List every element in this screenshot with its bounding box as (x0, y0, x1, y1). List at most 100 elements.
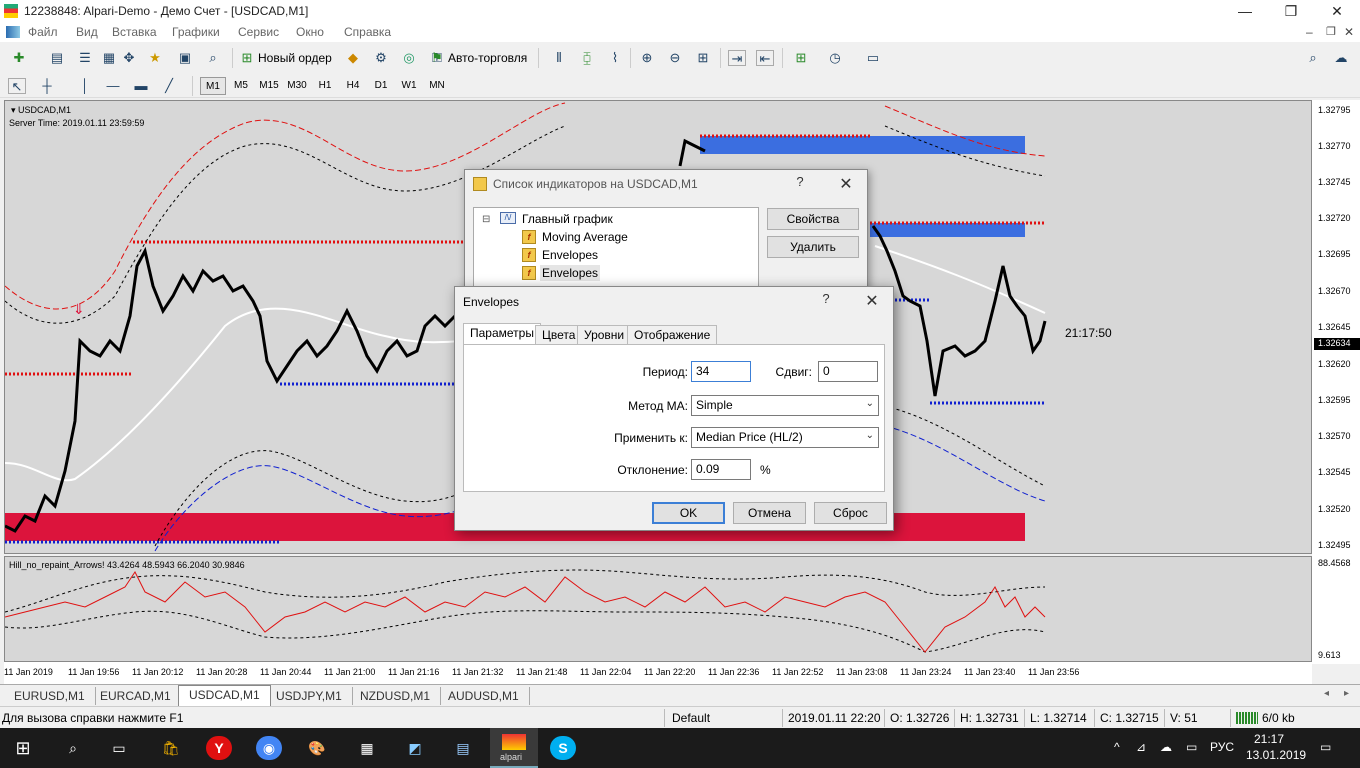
tree-collapse-icon[interactable]: ⊟ (482, 214, 490, 225)
terminal-icon[interactable]: ★ (146, 50, 164, 66)
timeframe-m5[interactable]: M5 (228, 77, 254, 95)
tester-icon[interactable]: ▣ (176, 50, 194, 66)
tab-audusd[interactable]: AUDUSD,M1 (438, 687, 530, 705)
indicator-list-close-button[interactable]: ✕ (833, 174, 859, 194)
tab-eurusd[interactable]: EURUSD,M1 (4, 687, 96, 705)
deviation-input[interactable]: 0.09 (691, 459, 751, 480)
indicator-list-help-button[interactable]: ? (787, 174, 813, 194)
minimize-button[interactable]: — (1222, 0, 1268, 22)
candlestick-icon[interactable]: ⧮ (578, 50, 596, 66)
new-chart-icon[interactable]: ✚ (10, 50, 28, 66)
mdi-restore-button[interactable]: ❐ (1326, 25, 1336, 38)
yandex-browser-icon[interactable]: Y (206, 736, 232, 760)
signals-icon[interactable]: ◎ (400, 50, 418, 66)
mdi-close-button[interactable]: ✕ (1344, 25, 1354, 39)
market-watch-icon[interactable]: ☰ (76, 50, 94, 66)
display-icon[interactable]: ▭ (1186, 740, 1197, 754)
timeframe-m15[interactable]: M15 (256, 77, 282, 95)
timeframe-w1[interactable]: W1 (396, 77, 422, 95)
calculator-icon[interactable]: ▦ (354, 736, 380, 760)
timeframe-h1[interactable]: H1 (312, 77, 338, 95)
tree-item-envelopes[interactable]: Envelopes (542, 248, 598, 262)
timeframe-h4[interactable]: H4 (340, 77, 366, 95)
windows-start-icon[interactable]: ⊞ (10, 736, 36, 760)
tab-usdcad[interactable]: USDCAD,M1 (178, 685, 271, 706)
bar-chart-icon[interactable]: ⫴ (550, 50, 568, 66)
taskbar-time[interactable]: 21:17 (1254, 732, 1284, 746)
templates-icon[interactable]: ▭ (864, 50, 882, 66)
profiles-icon[interactable]: ▤ (48, 50, 66, 66)
period-input[interactable]: 34 (691, 361, 751, 382)
new-order-icon[interactable]: ⊞ (238, 50, 256, 66)
periods-icon[interactable]: ◷ (826, 50, 844, 66)
auto-trading-button[interactable]: Авто-торговля (448, 51, 527, 65)
tile-windows-icon[interactable]: ⊞ (694, 50, 712, 66)
network-app-icon[interactable]: ▤ (450, 736, 476, 760)
reset-button[interactable]: Сброс (814, 502, 887, 524)
crosshair-icon[interactable]: ┼ (38, 78, 56, 94)
line-chart-icon[interactable]: ⌇ (606, 50, 624, 66)
store-icon[interactable]: 🛍 (158, 736, 184, 760)
chat-icon[interactable]: ☁ (1332, 50, 1350, 66)
menu-insert[interactable]: Вставка (112, 25, 157, 39)
cloud-icon[interactable]: ☁ (1160, 740, 1172, 754)
menu-charts[interactable]: Графики (172, 25, 220, 39)
menu-file[interactable]: Файл (28, 25, 58, 39)
indicator-subwindow[interactable]: Hill_no_repaint_Arrows! 43.4264 48.5943 … (4, 556, 1312, 662)
tree-item-envelopes-selected[interactable]: Envelopes (540, 265, 601, 281)
tab-parameters[interactable]: Параметры (463, 323, 541, 345)
menu-view[interactable]: Вид (76, 25, 98, 39)
task-view-icon[interactable]: ▭ (106, 736, 132, 760)
indicator-tree[interactable]: ⊟ /\/ Главный график f Moving Average f … (473, 207, 759, 293)
apply-to-select[interactable]: Median Price (HL/2) ⌄ (691, 427, 879, 448)
zoom-in-icon[interactable]: ⊕ (638, 50, 656, 66)
menu-tools[interactable]: Сервис (238, 25, 279, 39)
cursor-icon[interactable]: ↖ (8, 78, 26, 94)
tab-usdjpy[interactable]: USDJPY,M1 (266, 687, 353, 705)
autoscroll-icon[interactable]: ⇥ (728, 50, 746, 66)
tab-display[interactable]: Отображение (627, 325, 718, 345)
timeframe-m1[interactable]: M1 (200, 77, 226, 95)
timeframe-d1[interactable]: D1 (368, 77, 394, 95)
menu-help[interactable]: Справка (344, 25, 391, 39)
vertical-line-icon[interactable]: │ (76, 78, 94, 94)
skype-icon[interactable]: S (550, 736, 576, 760)
tab-colors[interactable]: Цвета (535, 325, 583, 345)
taskbar-date[interactable]: 13.01.2019 (1246, 748, 1306, 762)
indicators-icon[interactable]: ⊞ (792, 50, 810, 66)
properties-button[interactable]: Свойства (767, 208, 859, 230)
tab-eurcad[interactable]: EURCAD,M1 (90, 687, 182, 705)
ok-button[interactable]: OK (652, 502, 725, 524)
cancel-button[interactable]: Отмена (733, 502, 806, 524)
tray-chevron-icon[interactable]: ^ (1114, 740, 1120, 754)
tab-nzdusd[interactable]: NZDUSD,M1 (350, 687, 442, 705)
rectangle-icon[interactable]: ▬ (132, 78, 150, 94)
shift-input[interactable]: 0 (818, 361, 878, 382)
search-chart-icon[interactable]: ⌕ (204, 50, 222, 66)
paint-icon[interactable]: 🎨 (304, 736, 330, 760)
chart-shift-icon[interactable]: ⇤ (756, 50, 774, 66)
tabs-scroll-right-icon[interactable]: ▸ (1344, 688, 1349, 699)
search-taskbar-icon[interactable]: ⌕ (60, 736, 86, 760)
navigator-icon[interactable]: ✥ (120, 50, 138, 66)
notifications-icon[interactable]: ▭ (1320, 740, 1331, 754)
alpari-task-button[interactable]: alpari (490, 728, 538, 768)
horizontal-line-icon[interactable]: — (104, 78, 122, 94)
menu-window[interactable]: Окно (296, 25, 324, 39)
search-icon[interactable]: ⌕ (1304, 50, 1322, 66)
language-indicator[interactable]: РУС (1210, 740, 1234, 754)
tree-root[interactable]: Главный график (522, 212, 613, 226)
chrome-icon[interactable]: ◉ (256, 736, 282, 760)
ma-method-select[interactable]: Simple ⌄ (691, 395, 879, 416)
tabs-scroll-left-icon[interactable]: ◂ (1324, 688, 1329, 699)
mdi-minimize-button[interactable]: – (1306, 25, 1313, 39)
data-window-icon[interactable]: ▦ (100, 50, 118, 66)
notes-icon[interactable]: ◩ (402, 736, 428, 760)
envelopes-close-button[interactable]: ✕ (859, 291, 885, 311)
trendline-icon[interactable]: ╱ (160, 78, 178, 94)
maximize-button[interactable]: ❐ (1268, 0, 1314, 22)
metaeditor-icon[interactable]: ◆ (344, 50, 362, 66)
auto-trading-icon[interactable]: ⚑ (428, 50, 446, 66)
tab-levels[interactable]: Уровни (577, 325, 632, 345)
new-order-button[interactable]: Новый ордер (258, 51, 332, 65)
